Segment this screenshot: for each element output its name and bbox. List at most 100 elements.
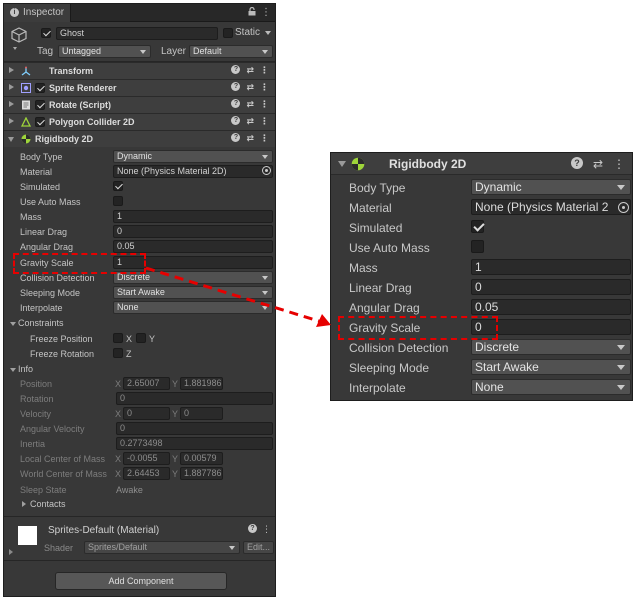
help-icon[interactable]: ? [231,65,241,74]
local-com-y-field: 0.00579 [180,452,223,465]
tag-dropdown[interactable]: Untagged [58,45,151,58]
position-x-label: X [115,379,122,389]
use-auto-mass-checkbox[interactable] [113,196,123,206]
sleep-state-value: Awake [116,485,143,495]
add-component-button[interactable]: Add Component [55,572,227,590]
icon-dropdown-arrow[interactable] [13,47,17,50]
component-transform[interactable]: Transform ? ⇄ ⋮ [4,62,275,79]
inertia-field: 0.2773498 [116,437,273,450]
lock-icon[interactable] [248,6,256,19]
use-auto-mass-label: Use Auto Mass [20,197,81,207]
freeze-position-x-checkbox[interactable] [113,333,123,343]
preset-icon[interactable]: ⇄ [246,133,254,144]
layer-dropdown[interactable]: Default [189,45,273,58]
component-sprite-renderer[interactable]: Sprite Renderer ? ⇄ ⋮ [4,79,275,96]
static-dropdown-arrow[interactable] [265,31,271,35]
object-picker-icon[interactable] [618,202,629,213]
preset-icon[interactable]: ⇄ [246,116,254,127]
component-enabled-checkbox[interactable] [35,117,45,127]
simulated-checkbox[interactable] [113,181,123,191]
static-checkbox[interactable] [223,28,233,38]
angular-velocity-field: 0 [116,422,273,435]
help-icon[interactable]: ? [248,524,257,533]
zoom-sleeping-mode-dropdown[interactable]: Start Awake [471,359,631,375]
preset-icon[interactable]: ⇄ [246,99,254,110]
zoom-component-header[interactable]: Rigidbody 2D ? ⇄ ⋮ [331,153,632,175]
info-fold-icon[interactable] [10,368,16,372]
kebab-menu-icon[interactable]: ⋮ [613,157,625,171]
material-title: Sprites-Default (Material) [48,525,160,536]
zoom-linear-drag-field[interactable]: 0 [471,279,631,295]
inspector-tab[interactable]: i Inspector [4,4,72,22]
fold-arrow-icon[interactable] [9,84,14,90]
constraints-fold-icon[interactable] [10,322,16,326]
kebab-menu-icon[interactable]: ⋮ [261,7,271,19]
help-icon[interactable]: ? [231,116,241,125]
info-label[interactable]: Info [18,364,33,374]
zoom-simulated-label: Simulated [349,221,403,235]
game-object-cube-icon[interactable] [10,26,28,44]
object-name-field[interactable]: Ghost [56,27,218,40]
fold-arrow-icon[interactable] [9,67,14,73]
kebab-menu-icon[interactable]: ⋮ [260,116,269,127]
freeze-rotation-z-checkbox[interactable] [113,348,123,358]
preset-icon[interactable]: ⇄ [593,157,603,171]
component-enabled-checkbox[interactable] [35,83,45,93]
help-icon[interactable]: ? [231,133,241,142]
kebab-menu-icon[interactable]: ⋮ [260,133,269,144]
mass-field[interactable]: 1 [113,210,273,223]
component-enabled-checkbox[interactable] [35,100,45,110]
component-rotate-script[interactable]: Rotate (Script) ? ⇄ ⋮ [4,96,275,113]
object-picker-icon[interactable] [262,166,271,175]
linear-drag-field[interactable]: 0 [113,225,273,238]
kebab-menu-icon[interactable]: ⋮ [260,82,269,93]
preset-icon[interactable]: ⇄ [246,65,254,76]
fold-arrow-icon[interactable] [9,118,14,124]
angular-drag-field[interactable]: 0.05 [113,240,273,253]
component-rigidbody-2d[interactable]: Rigidbody 2D ? ⇄ ⋮ [4,130,275,147]
preset-icon[interactable]: ⇄ [246,82,254,93]
component-name: Rigidbody 2D [35,134,93,144]
freeze-position-y-checkbox[interactable] [136,333,146,343]
sleeping-mode-dropdown[interactable]: Start Awake [113,286,273,299]
material-fold-icon[interactable] [9,549,13,555]
zoom-mass-field[interactable]: 1 [471,259,631,275]
material-label: Material [20,167,53,177]
component-name: Polygon Collider 2D [49,117,135,127]
fold-arrow-icon[interactable] [8,137,14,142]
zoom-use-auto-mass-checkbox[interactable] [471,240,484,253]
zoom-body-type-dropdown[interactable]: Dynamic [471,179,631,195]
velocity-y-field: 0 [180,407,223,420]
help-icon[interactable]: ? [570,157,583,169]
kebab-menu-icon[interactable]: ⋮ [260,99,269,110]
world-com-label: World Center of Mass [20,469,107,479]
zoom-angular-drag-field[interactable]: 0.05 [471,299,631,315]
kebab-menu-icon[interactable]: ⋮ [262,524,271,535]
kebab-menu-icon[interactable]: ⋮ [260,65,269,76]
shader-edit-button[interactable]: Edit... [243,541,274,554]
shader-label: Shader [44,543,74,553]
zoom-simulated-checkbox[interactable] [471,220,484,233]
freeze-position-label: Freeze Position [30,334,93,344]
zoom-material-field[interactable]: None (Physics Material 2 [471,199,631,215]
material-preview-swatch[interactable] [18,526,37,545]
help-icon[interactable]: ? [231,99,241,108]
local-com-x-field: -0.0055 [123,452,170,465]
body-type-dropdown[interactable]: Dynamic [113,150,273,163]
component-polygon-collider[interactable]: Polygon Collider 2D ? ⇄ ⋮ [4,113,275,130]
constraints-label[interactable]: Constraints [18,318,64,328]
zoom-interpolate-dropdown[interactable]: None [471,379,631,395]
material-field[interactable]: None (Physics Material 2D) [113,165,273,178]
zoom-collision-detection-dropdown[interactable]: Discrete [471,339,631,355]
active-checkbox[interactable] [41,28,51,38]
contacts-label[interactable]: Contacts [30,499,66,509]
freeze-rotation-label: Freeze Rotation [30,349,95,359]
component-name: Sprite Renderer [49,83,117,93]
help-icon[interactable]: ? [231,82,241,91]
interpolate-dropdown[interactable]: None [113,301,273,314]
fold-arrow-icon[interactable] [338,161,346,167]
contacts-fold-icon[interactable] [22,501,26,507]
shader-dropdown[interactable]: Sprites/Default [84,541,240,554]
fold-arrow-icon[interactable] [9,101,14,107]
inertia-label: Inertia [20,439,46,449]
